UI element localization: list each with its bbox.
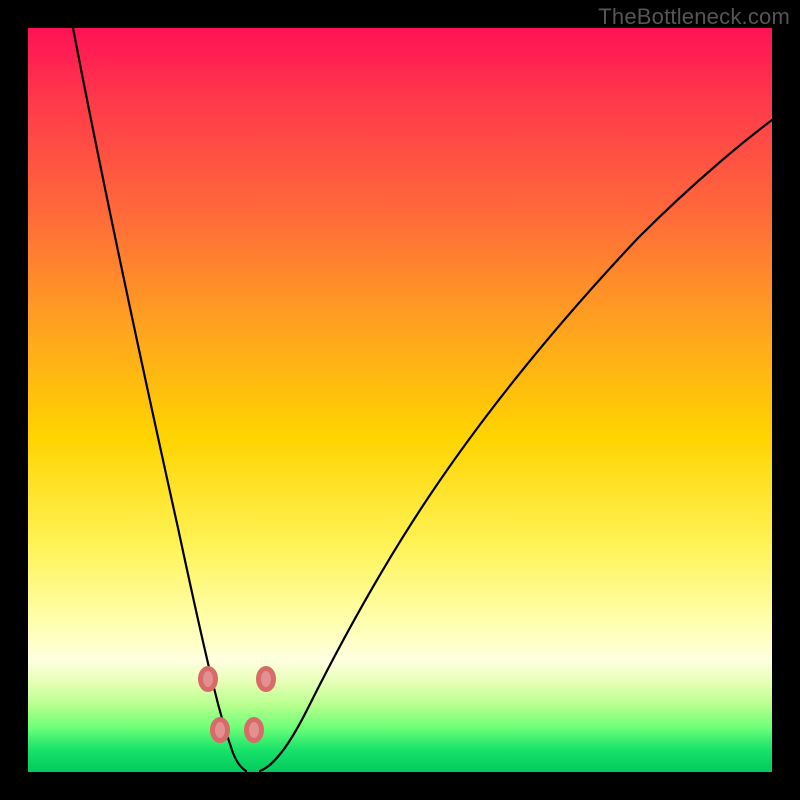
marker-dot <box>249 722 259 738</box>
marker-dot <box>215 722 225 738</box>
series-left-branch <box>73 28 246 771</box>
marker-dot <box>261 671 271 687</box>
plot-area <box>28 28 772 772</box>
chart-frame: TheBottleneck.com <box>0 0 800 800</box>
markers <box>199 667 275 742</box>
watermark-text: TheBottleneck.com <box>598 4 790 30</box>
curve-layer <box>28 28 772 772</box>
series-right-branch <box>260 120 772 771</box>
marker-dot <box>203 671 213 687</box>
